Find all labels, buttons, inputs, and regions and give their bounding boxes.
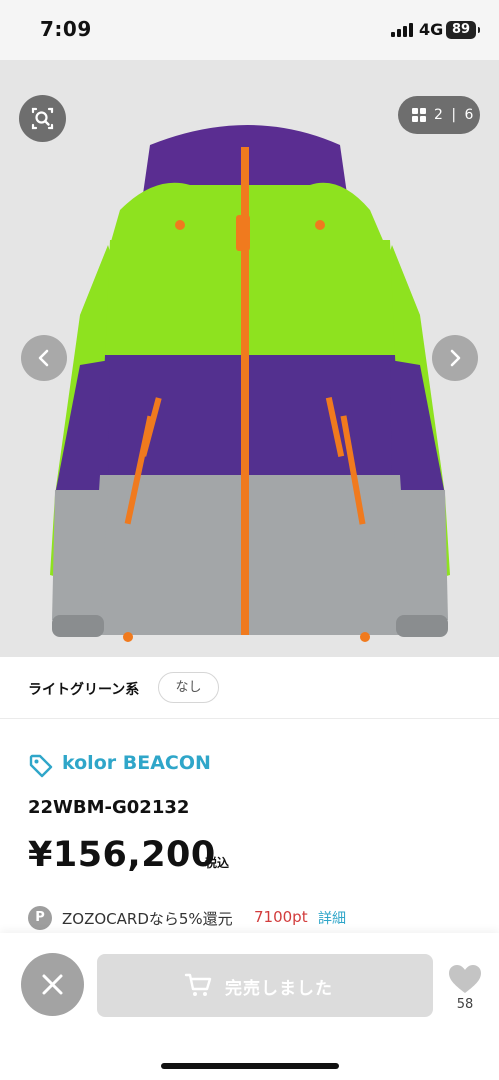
home-indicator[interactable] xyxy=(161,1063,339,1069)
favorite-count: 58 xyxy=(456,997,474,1012)
variant-row: ライトグリーン系 なし xyxy=(0,657,499,719)
soldout-button[interactable]: 完売しました xyxy=(97,954,433,1017)
zoom-search-icon xyxy=(31,107,54,130)
product-image-gallery[interactable]: 2 | 6 xyxy=(0,60,499,657)
tag-icon xyxy=(29,754,53,778)
signal-icon xyxy=(391,23,413,37)
zoom-button[interactable] xyxy=(19,95,66,142)
next-image-button[interactable] xyxy=(432,335,478,381)
image-counter-text: 2 | 6 xyxy=(434,107,476,123)
soldout-label: 完売しました xyxy=(225,979,333,999)
close-icon xyxy=(42,974,63,995)
product-code: 22WBM-G02132 xyxy=(28,797,190,818)
points-badge-icon: P xyxy=(28,906,52,930)
points-value: 7100pt xyxy=(254,908,308,926)
chevron-left-icon xyxy=(38,349,49,367)
grid-icon xyxy=(412,108,426,122)
points-text: ZOZOCARDなら5%還元 xyxy=(62,910,233,928)
price: ¥156,200 xyxy=(28,835,216,875)
heart-icon xyxy=(449,965,481,993)
battery-level: 89 xyxy=(451,22,471,37)
size-chip[interactable]: なし xyxy=(158,672,219,703)
bottom-action-bar: 完売しました 58 xyxy=(0,933,499,1080)
network-label: 4G xyxy=(419,20,444,39)
favorite-button[interactable]: 58 xyxy=(445,963,485,1015)
brand-name: kolor BEACON xyxy=(62,752,211,774)
status-time: 7:09 xyxy=(40,17,92,41)
previous-image-button[interactable] xyxy=(21,335,67,381)
cart-icon xyxy=(184,973,212,996)
status-bar: 7:09 4G 89 xyxy=(0,0,499,60)
chevron-right-icon xyxy=(450,349,461,367)
tax-label: 税込 xyxy=(205,856,230,870)
points-detail-link[interactable]: 詳細 xyxy=(318,908,346,928)
battery-icon: 89 xyxy=(446,21,480,39)
product-image xyxy=(50,125,450,642)
close-button[interactable] xyxy=(21,953,84,1016)
image-counter[interactable]: 2 | 6 xyxy=(398,96,480,134)
color-name: ライトグリーン系 xyxy=(28,682,140,698)
